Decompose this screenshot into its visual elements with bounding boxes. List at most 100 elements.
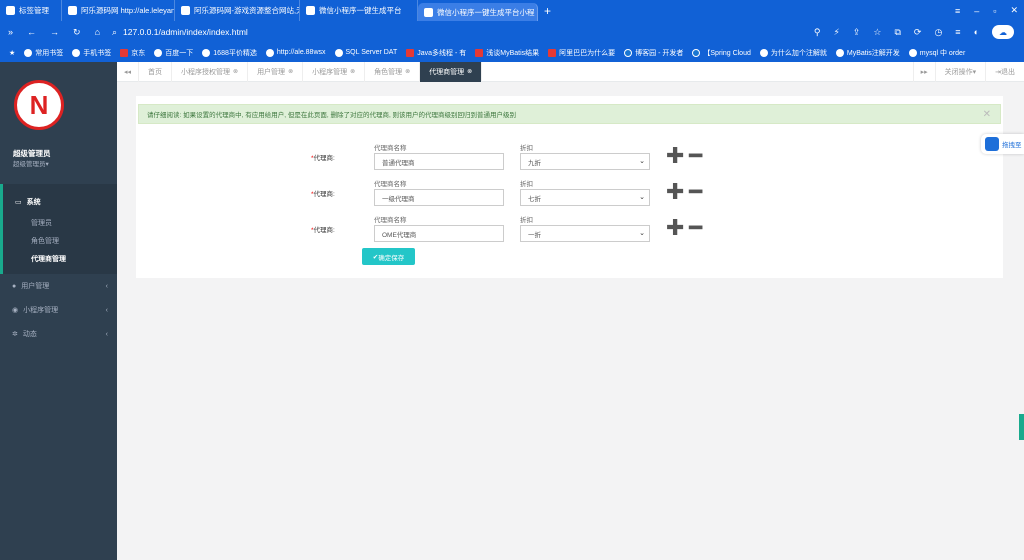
menu-agents[interactable]: 代理商管理 (3, 250, 117, 268)
tab-role-manage[interactable]: 角色管理 ⊗ (365, 61, 421, 82)
bookmark-item[interactable]: 常用书签 (24, 48, 63, 58)
page-icon (68, 6, 77, 15)
new-tab-button[interactable]: + (538, 0, 557, 21)
menu-miniapp[interactable]: ◉ 小程序管理 ‹ (0, 298, 117, 322)
agent-name-input[interactable]: OME代理商 (374, 225, 504, 242)
bookmark-icon (24, 48, 33, 57)
gears-icon: ✲ (12, 331, 18, 338)
browser-tab[interactable]: 阿乐源码网 http://ale.leleyang (62, 0, 175, 21)
blog-icon (624, 48, 633, 57)
close-window-icon[interactable]: ✕ (1010, 5, 1018, 16)
share-icon[interactable]: ⇪ (853, 27, 861, 38)
star-icon[interactable]: ☆ (873, 27, 881, 38)
discount-select[interactable]: 七折 ⌄ (520, 189, 650, 206)
drag-widget[interactable]: 拖拽至 (981, 134, 1024, 154)
bookmark-item[interactable]: 阿里巴巴为什么要 (548, 48, 615, 58)
bookmark-item[interactable]: MyBatis注解开发 (835, 48, 900, 58)
menu-icon[interactable]: ≡ (955, 6, 960, 16)
lightning-icon[interactable]: ⚡ (834, 27, 840, 38)
remove-row-button[interactable]: ━ (689, 217, 702, 239)
bookmark-item[interactable]: 为什么加个注解就 (759, 48, 827, 58)
browser-tab[interactable]: 标签管理 (0, 0, 62, 21)
sidebar-toggle-icon[interactable]: » (8, 27, 13, 38)
back-icon[interactable]: ← (27, 27, 36, 38)
logo: N (14, 80, 64, 130)
url-field[interactable]: 127.0.0.1/admin/index/index.html (123, 27, 248, 37)
side-handle[interactable] (1019, 414, 1024, 440)
close-icon[interactable]: ⊗ (233, 68, 238, 75)
tab-user-manage[interactable]: 用户管理 ⊗ (248, 61, 304, 82)
tab-miniapp-auth[interactable]: 小程序授权管理 ⊗ (172, 61, 249, 82)
bookmark-item[interactable]: 【Spring Cloud (692, 48, 751, 58)
discount-select[interactable]: 一折 ⌄ (520, 225, 650, 242)
extension-icon[interactable]: ⧉ (894, 27, 900, 38)
bookmark-item[interactable]: 1688平价精选 (202, 48, 257, 58)
menu-roles[interactable]: 角色管理 (3, 232, 117, 250)
logout-button[interactable]: ⇥ 退出 (985, 62, 1024, 82)
tab-miniapp-manage[interactable]: 小程序管理 ⊗ (303, 61, 366, 82)
close-icon[interactable]: ✕ (983, 109, 991, 120)
bookmark-item[interactable]: Java多线程 - 有 (406, 48, 466, 58)
tab-home[interactable]: 首页 (139, 61, 173, 82)
cloud-icon[interactable]: ☁ (992, 25, 1014, 39)
menu-system-group: ▭ 系统 管理员 角色管理 代理商管理 (0, 184, 117, 274)
add-row-button[interactable]: ✚ (666, 181, 684, 203)
shield-icon[interactable]: ◐ (974, 27, 979, 37)
bookmark-item[interactable]: mysql 中 order (908, 48, 965, 58)
remove-row-button[interactable]: ━ (689, 145, 702, 167)
blog-icon (692, 48, 701, 57)
globe-icon (759, 48, 768, 57)
bookmark-item[interactable]: 百度一下 (154, 48, 193, 58)
bookmark-item[interactable]: 京东 (120, 48, 145, 58)
jd-icon (120, 48, 129, 57)
close-icon[interactable]: ⊗ (350, 68, 355, 75)
close-icon[interactable]: ⊗ (467, 68, 472, 75)
bookmark-item[interactable]: 手机书签 (72, 48, 111, 58)
chevron-left-icon: ‹ (105, 306, 108, 314)
notice-alert: 请仔细阅读: 如果设置的代理商中, 有应用给用户, 但是在此页面, 删除了对应的… (138, 104, 1001, 124)
chat-icon: ◉ (12, 307, 19, 314)
close-icon[interactable]: ⊗ (288, 68, 293, 75)
bookmark-item[interactable]: 博客园 - 开发者 (624, 48, 683, 58)
tab-scroll-left[interactable]: ◂◂ (117, 61, 140, 82)
menu-news[interactable]: ✲ 动态 ‹ (0, 322, 117, 346)
browser-tab-bar: 标签管理 阿乐源码网 http://ale.leleyang 阿乐源码网-游戏资… (0, 0, 1024, 21)
bookmark-item[interactable]: 浅谈MyBatis结果 (475, 48, 539, 58)
reload-icon[interactable]: ↻ (73, 27, 81, 38)
menu-admin[interactable]: 管理员 (3, 214, 117, 232)
add-row-button[interactable]: ✚ (666, 145, 684, 167)
close-icon[interactable]: ⊗ (405, 68, 410, 75)
location-icon[interactable]: ⚲ (814, 27, 821, 38)
home-icon[interactable]: ⌂ (95, 27, 100, 38)
bookmark-icon (548, 48, 557, 57)
discount-select[interactable]: 九折 ⌄ (520, 153, 650, 170)
tab-scroll-right[interactable]: ▸▸ (912, 62, 935, 82)
menu-icon[interactable]: ≡ (955, 27, 960, 37)
page-icon (6, 6, 15, 15)
menu-system[interactable]: ▭ 系统 (3, 190, 117, 214)
forward-icon[interactable]: → (50, 27, 59, 38)
user-role-dropdown[interactable]: 超级管理员▾ (13, 158, 49, 168)
page-icon (181, 6, 190, 15)
chevron-down-icon: ⌄ (639, 158, 645, 165)
tab-agent-manage[interactable]: 代理商管理 ⊗ (420, 61, 483, 82)
search-icon: ⌕ (112, 26, 118, 37)
minimize-icon[interactable]: – (974, 6, 979, 16)
browser-tab[interactable]: 阿乐源码网-游戏资源整合网站,无 (175, 0, 300, 21)
bookmark-item[interactable]: SQL Server DAT (334, 48, 397, 57)
agent-name-input[interactable]: 一级代理商 (374, 189, 504, 206)
browser-tab-active[interactable]: 微信小程序一键生成平台小程✕ (418, 3, 538, 21)
browser-tab[interactable]: 微信小程序一键生成平台 (300, 0, 418, 21)
bookmark-item[interactable]: http://ale.88wsx (265, 48, 326, 57)
globe-icon (835, 48, 844, 57)
globe-icon (202, 48, 211, 57)
remove-row-button[interactable]: ━ (689, 181, 702, 203)
menu-user[interactable]: ● 用户管理 ‹ (0, 274, 117, 298)
close-operations-dropdown[interactable]: 关闭操作 ▾ (934, 62, 986, 82)
maximize-icon[interactable]: ▫ (993, 6, 996, 16)
agent-name-input[interactable]: 普通代理商 (374, 153, 504, 170)
refresh-icon[interactable]: ⟳ (914, 27, 922, 38)
add-row-button[interactable]: ✚ (666, 217, 684, 239)
save-button[interactable]: ✔ 确定保存 (362, 248, 415, 265)
history-icon[interactable]: ◷ (934, 27, 942, 38)
